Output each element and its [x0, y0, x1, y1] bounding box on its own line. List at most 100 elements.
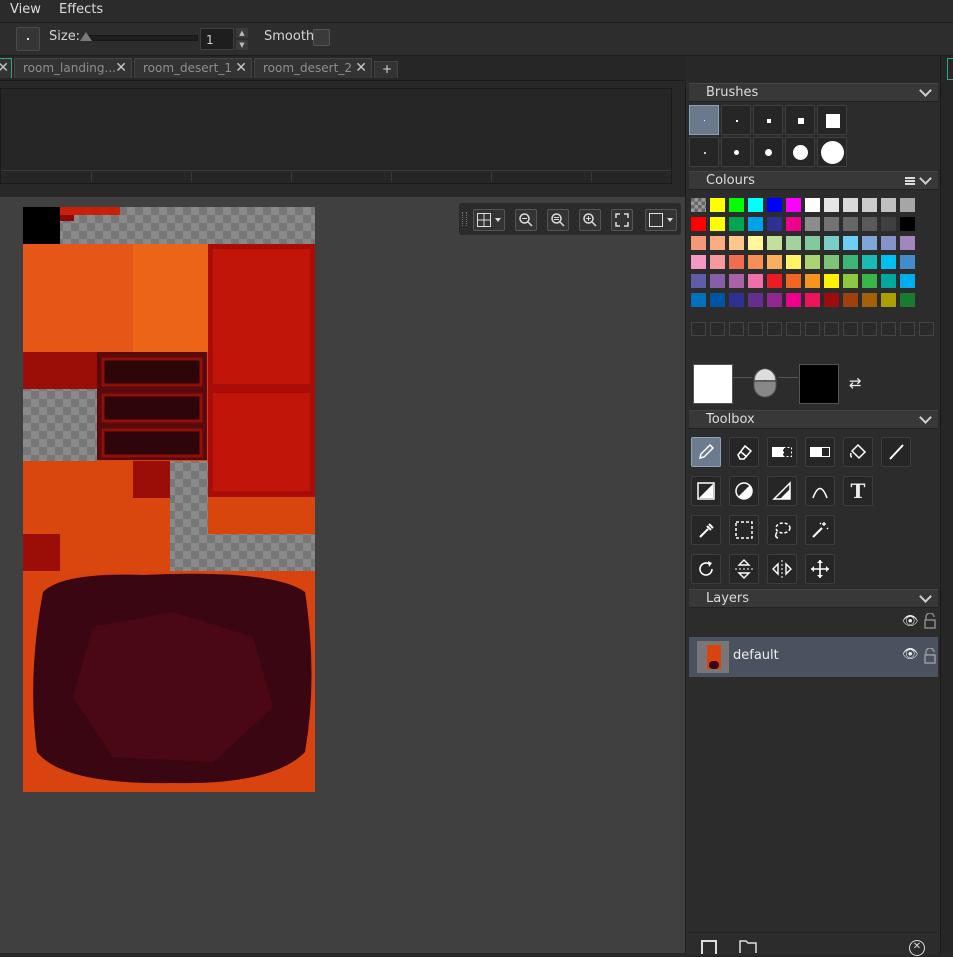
size-increment-button[interactable]: ▲	[236, 28, 248, 38]
colour-swatch[interactable]	[710, 236, 725, 250]
colour-swatch[interactable]	[881, 236, 896, 250]
colour-swatch[interactable]	[843, 236, 858, 250]
add-tab-button[interactable]: +	[374, 61, 398, 78]
colour-swatch[interactable]	[881, 217, 896, 231]
colour-swatch[interactable]	[805, 198, 820, 212]
fill-tool[interactable]	[843, 437, 873, 467]
close-icon[interactable]: ✕	[355, 59, 367, 78]
layers-panel-header[interactable]: Layers	[689, 589, 938, 608]
colour-swatch[interactable]	[805, 217, 820, 231]
brush-8px[interactable]	[817, 105, 847, 135]
colour-swatch[interactable]	[729, 198, 744, 212]
menu-view[interactable]: View	[10, 2, 41, 17]
brush-round-12px[interactable]	[817, 137, 847, 167]
size-input[interactable]: 1	[200, 28, 234, 50]
colour-swatch[interactable]	[748, 255, 763, 269]
paste-selection-tool[interactable]	[805, 437, 835, 467]
ellipse-tool[interactable]	[729, 476, 759, 506]
curve-tool[interactable]	[805, 476, 835, 506]
size-decrement-button[interactable]: ▼	[236, 40, 248, 50]
colour-swatch[interactable]	[710, 217, 725, 231]
empty-colour-slot[interactable]	[767, 322, 782, 336]
empty-colour-slot[interactable]	[786, 322, 801, 336]
colour-swatch[interactable]	[843, 198, 858, 212]
zoom-out-button[interactable]	[515, 209, 537, 231]
lock-icon[interactable]	[924, 647, 936, 667]
empty-colour-slot[interactable]	[862, 322, 877, 336]
brush-1px[interactable]	[689, 105, 719, 135]
colour-swatch[interactable]	[881, 293, 896, 307]
colour-picker-tool[interactable]	[691, 515, 721, 545]
colour-swatch[interactable]	[748, 198, 763, 212]
polygon-tool[interactable]	[767, 476, 797, 506]
magic-wand-tool[interactable]	[805, 515, 835, 545]
colour-swatch[interactable]	[729, 236, 744, 250]
colour-swatch[interactable]	[729, 274, 744, 288]
colour-swatch[interactable]	[862, 255, 877, 269]
brushes-panel-header[interactable]: Brushes	[689, 83, 938, 102]
empty-colour-slot[interactable]	[900, 322, 915, 336]
empty-colour-slot[interactable]	[748, 322, 763, 336]
colours-panel-header[interactable]: Colours	[689, 171, 938, 190]
colour-swatch[interactable]	[691, 274, 706, 288]
colour-swatch[interactable]	[900, 198, 915, 212]
empty-colour-slot[interactable]	[691, 322, 706, 336]
move-tool[interactable]	[805, 554, 835, 584]
empty-colour-slot[interactable]	[843, 322, 858, 336]
grid-toggle-button[interactable]	[473, 209, 505, 231]
colour-swatch[interactable]	[748, 274, 763, 288]
eye-icon[interactable]: 👁	[902, 614, 919, 629]
empty-colour-slot[interactable]	[710, 322, 725, 336]
colour-swatch[interactable]	[824, 255, 839, 269]
empty-colour-slot[interactable]	[805, 322, 820, 336]
colour-swatch[interactable]	[729, 293, 744, 307]
colour-swatch[interactable]	[862, 198, 877, 212]
size-slider[interactable]	[84, 35, 198, 41]
brush-preview-button[interactable]	[16, 27, 40, 51]
colour-swatch[interactable]	[691, 255, 706, 269]
colour-swatch[interactable]	[900, 255, 915, 269]
colour-swatch[interactable]	[767, 217, 782, 231]
cut-selection-tool[interactable]	[767, 437, 797, 467]
empty-colour-slot[interactable]	[824, 322, 839, 336]
colour-swatch[interactable]	[786, 198, 801, 212]
colour-swatch[interactable]	[862, 236, 877, 250]
delete-layer-icon[interactable]: ✕	[909, 940, 925, 956]
brush-round-1px[interactable]	[689, 137, 719, 167]
colour-swatch[interactable]	[691, 217, 706, 231]
colour-swatch[interactable]	[805, 274, 820, 288]
colour-swatch[interactable]	[824, 293, 839, 307]
close-icon[interactable]: ✕	[235, 59, 247, 78]
colour-swatch[interactable]	[710, 274, 725, 288]
colour-swatch[interactable]	[691, 293, 706, 307]
colour-swatch[interactable]	[843, 255, 858, 269]
brush-5px[interactable]	[785, 105, 815, 135]
lasso-select-tool[interactable]	[767, 515, 797, 545]
empty-colour-slot[interactable]	[919, 322, 934, 336]
line-tool[interactable]	[881, 437, 911, 467]
rectangle-select-tool[interactable]	[729, 515, 759, 545]
secondary-colour-swatch[interactable]	[799, 364, 839, 404]
colour-swatch[interactable]	[881, 274, 896, 288]
empty-colour-slot[interactable]	[729, 322, 744, 336]
colour-swatch[interactable]	[824, 236, 839, 250]
smooth-checkbox[interactable]	[313, 29, 330, 46]
tab-active-partial[interactable]: ✕	[0, 58, 12, 78]
colour-swatch[interactable]	[786, 293, 801, 307]
colour-swatch[interactable]	[710, 198, 725, 212]
colour-swatch[interactable]	[881, 255, 896, 269]
eraser-tool[interactable]	[729, 437, 759, 467]
background-toggle-button[interactable]	[645, 209, 677, 231]
brush-2px[interactable]	[721, 105, 751, 135]
size-slider-thumb[interactable]	[80, 32, 92, 41]
colour-swatch[interactable]	[824, 217, 839, 231]
colour-swatch[interactable]	[767, 293, 782, 307]
colour-swatch[interactable]	[862, 217, 877, 231]
empty-colour-slot[interactable]	[881, 322, 896, 336]
colour-swatch[interactable]	[805, 236, 820, 250]
colour-swatch[interactable]	[729, 255, 744, 269]
colour-swatch[interactable]	[843, 293, 858, 307]
colour-swatch[interactable]	[691, 198, 706, 212]
tab-room-desert-1[interactable]: room_desert_1 ✕	[134, 58, 252, 78]
tab-room-landing[interactable]: room_landing... ✕	[14, 58, 132, 78]
